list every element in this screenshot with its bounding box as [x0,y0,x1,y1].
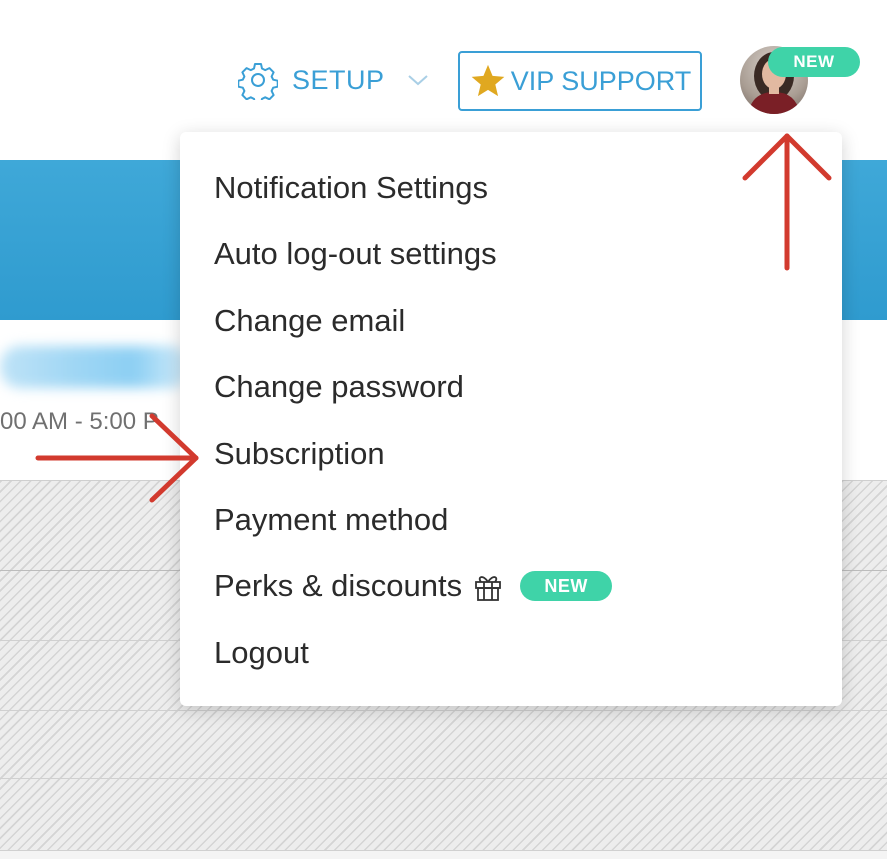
hours-text: 00 AM - 5:00 P [0,408,159,435]
menu-item-label: Change email [214,303,406,338]
chevron-down-icon [407,75,428,86]
menu-item-change-password[interactable]: Change password [214,362,464,412]
menu-item-notification-settings[interactable]: Notification Settings [214,163,488,213]
divider-line [0,778,887,779]
star-icon [471,64,505,97]
divider-line [0,710,887,711]
menu-item-label: Logout [214,635,309,670]
menu-item-label: Auto log-out settings [214,236,497,271]
menu-item-auto-logout-settings[interactable]: Auto log-out settings [214,229,497,279]
gift-icon [475,576,502,601]
blurred-name [0,346,190,388]
menu-item-label: Perks & discounts [214,568,463,603]
menu-item-label: Payment method [214,502,449,537]
gear-icon [238,63,278,100]
menu-item-subscription[interactable]: Subscription [214,429,385,479]
vip-support-label: VIP SUPPORT [510,65,692,96]
vip-support-button[interactable]: VIP SUPPORT [458,51,702,111]
menu-item-change-email[interactable]: Change email [214,296,405,346]
new-badge: NEW [520,571,613,601]
menu-item-logout[interactable]: Logout [214,628,309,678]
new-badge: NEW [768,47,860,77]
setup-menu-button[interactable]: SETUP [238,60,429,100]
menu-item-label: Change password [214,369,464,404]
menu-item-label: Subscription [214,436,385,471]
menu-item-perks-discounts[interactable]: Perks & discounts NEW [214,561,613,611]
account-dropdown-menu: Notification Settings Auto log-out setti… [180,132,842,706]
menu-item-label: Notification Settings [214,170,488,205]
menu-item-payment-method[interactable]: Payment method [214,495,448,545]
setup-label: SETUP [292,64,385,95]
